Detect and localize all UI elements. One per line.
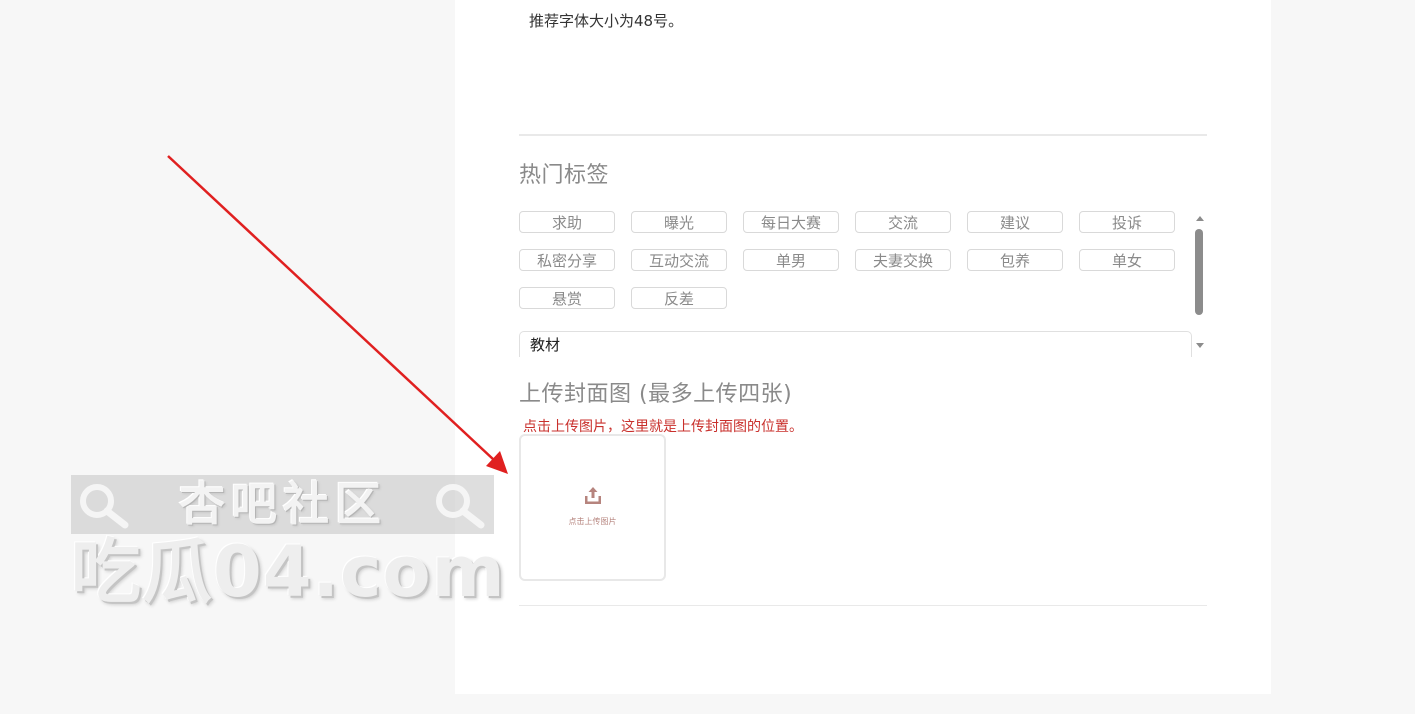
tag-input[interactable] xyxy=(519,331,1192,357)
tag-private-share[interactable]: 私密分享 xyxy=(519,249,615,271)
tag-exchange[interactable]: 交流 xyxy=(855,211,951,233)
cover-upload-title: 上传封面图 (最多上传四张) xyxy=(519,382,793,407)
tag-daily-contest[interactable]: 每日大赛 xyxy=(743,211,839,233)
watermark-domain: 吃瓜04.com xyxy=(71,531,506,613)
hot-tags-list: 求助 曝光 每日大赛 交流 建议 投诉 私密分享 互动交流 单男 夫妻交换 包养… xyxy=(519,211,1199,321)
tag-exposure[interactable]: 曝光 xyxy=(631,211,727,233)
tag-interactive-exchange[interactable]: 互动交流 xyxy=(631,249,727,271)
tag-couple-swap[interactable]: 夫妻交换 xyxy=(855,249,951,271)
scroll-thumb[interactable] xyxy=(1195,229,1203,315)
tag-single-male[interactable]: 单男 xyxy=(743,249,839,271)
scroll-up-arrow-icon[interactable] xyxy=(1196,216,1204,221)
cover-upload-button[interactable]: 点击上传图片 xyxy=(519,434,666,581)
magnifier-icon xyxy=(436,484,485,529)
upload-icon xyxy=(585,487,601,504)
tags-scrollbar[interactable] xyxy=(1193,213,1207,354)
tag-sponsorship[interactable]: 包养 xyxy=(967,249,1063,271)
section-divider xyxy=(519,605,1207,606)
tag-single-female[interactable]: 单女 xyxy=(1079,249,1175,271)
tag-complaint[interactable]: 投诉 xyxy=(1079,211,1175,233)
upload-instruction-note: 点击上传图片，这里就是上传封面图的位置。 xyxy=(523,419,803,435)
tag-help[interactable]: 求助 xyxy=(519,211,615,233)
magnifier-icon xyxy=(80,484,129,529)
watermark-site-name: 杏吧社区 xyxy=(179,477,387,531)
watermark-banner: 杏吧社区 xyxy=(71,475,494,534)
scroll-down-arrow-icon[interactable] xyxy=(1196,343,1204,348)
tag-suggestion[interactable]: 建议 xyxy=(967,211,1063,233)
font-size-hint: 推荐字体大小为48号。 xyxy=(529,12,684,30)
upload-box-label: 点击上传图片 xyxy=(568,517,617,526)
tag-bounty[interactable]: 悬赏 xyxy=(519,287,615,309)
section-divider xyxy=(519,134,1207,136)
tag-contrast[interactable]: 反差 xyxy=(631,287,727,309)
post-editor-card: 推荐字体大小为48号。 热门标签 求助 曝光 每日大赛 交流 建议 投诉 私密分… xyxy=(455,0,1271,694)
hot-tags-title: 热门标签 xyxy=(519,163,610,188)
